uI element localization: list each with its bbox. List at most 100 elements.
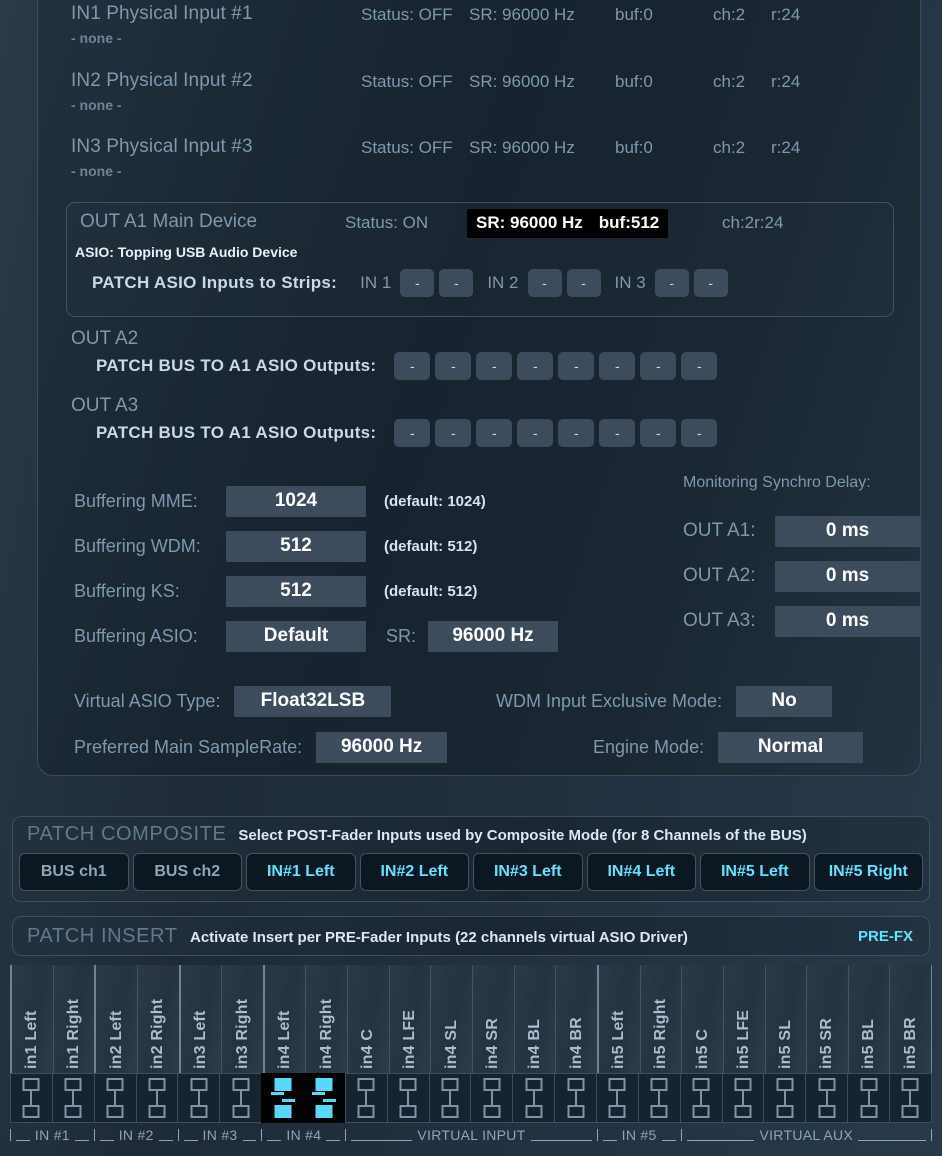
patch-in2-slot-1[interactable]: - bbox=[527, 269, 562, 297]
virtual-asio-type-value[interactable]: Float32LSB bbox=[234, 685, 392, 717]
device-row-in1[interactable]: IN1 Physical Input #1 - none - Status: O… bbox=[71, 3, 902, 46]
channel-label-cell: in4 BL bbox=[513, 965, 556, 1073]
insert-toggle-in1-right[interactable] bbox=[51, 1073, 94, 1123]
composite-slot-7[interactable]: IN#5 Left bbox=[700, 853, 810, 891]
pre-fx-button[interactable]: PRE-FX bbox=[858, 928, 913, 945]
insert-toggle-in5-sr[interactable] bbox=[805, 1073, 848, 1123]
out-a2-device-name[interactable]: OUT A2 bbox=[71, 328, 902, 350]
composite-slot-3[interactable]: IN#1 Left bbox=[246, 853, 356, 891]
out-a3-bus-slot-6[interactable]: - bbox=[599, 419, 636, 447]
insert-toggle-in2-left[interactable] bbox=[93, 1073, 136, 1123]
device-name[interactable]: IN2 Physical Input #2 bbox=[71, 70, 253, 92]
out-a1-device-name[interactable]: OUT A1 Main Device bbox=[80, 211, 257, 233]
out-a3-device-name[interactable]: OUT A3 bbox=[71, 395, 902, 417]
channel-label-cell: in5 LFE bbox=[722, 965, 765, 1073]
insert-toggle-in5-lfe[interactable] bbox=[721, 1073, 764, 1123]
channel-label: in5 BL bbox=[860, 1018, 878, 1069]
composite-slot-1[interactable]: BUS ch1 bbox=[19, 853, 129, 891]
patch-in3-slot-2[interactable]: - bbox=[693, 269, 728, 297]
out-a2-bus-slot-1[interactable]: - bbox=[394, 352, 431, 380]
device-stats: Status: OFF SR: 96000 Hz buf:0 ch:2 r:24 bbox=[361, 72, 800, 92]
insert-toggle-in3-right[interactable] bbox=[219, 1073, 262, 1123]
buffering-mme-value[interactable]: 1024 bbox=[226, 485, 366, 517]
device-name[interactable]: IN1 Physical Input #1 bbox=[71, 3, 253, 25]
buffering-wdm-row: Buffering WDM: 512 (default: 512) bbox=[74, 529, 477, 563]
insert-toggle-in5-left[interactable] bbox=[596, 1073, 638, 1123]
out-a2-block: OUT A2 PATCH BUS TO A1 ASIO Outputs: - -… bbox=[71, 328, 902, 388]
insert-patch-icon bbox=[18, 1078, 44, 1118]
out-a2-bus-slot-8[interactable]: - bbox=[681, 352, 718, 380]
insert-toggle-in2-right[interactable] bbox=[135, 1073, 178, 1123]
composite-slot-8[interactable]: IN#5 Right bbox=[813, 853, 923, 891]
insert-toggle-in4-left[interactable] bbox=[261, 1073, 304, 1123]
out-a2-bus-slot-2[interactable]: - bbox=[435, 352, 472, 380]
insert-toggle-in5-right[interactable] bbox=[637, 1073, 680, 1123]
insert-toggle-in4-br[interactable] bbox=[554, 1073, 597, 1123]
device-name[interactable]: IN3 Physical Input #3 bbox=[71, 136, 253, 158]
wdm-exclusive-mode-value[interactable]: No bbox=[736, 685, 833, 717]
patch-in1-slot-1[interactable]: - bbox=[400, 269, 435, 297]
insert-toggle-in5-sl[interactable] bbox=[763, 1073, 806, 1123]
monitoring-delay-a2-value[interactable]: 0 ms bbox=[775, 560, 920, 592]
patch-insert-panel: PATCH INSERT Activate Insert per PRE-Fad… bbox=[12, 916, 930, 956]
buffering-wdm-label: Buffering WDM: bbox=[74, 535, 201, 556]
composite-slot-2[interactable]: BUS ch2 bbox=[132, 853, 242, 891]
out-a2-bus-slot-4[interactable]: - bbox=[517, 352, 554, 380]
preferred-samplerate-value[interactable]: 96000 Hz bbox=[316, 731, 448, 763]
out-a2-patch-row: PATCH BUS TO A1 ASIO Outputs: - - - - - … bbox=[96, 352, 722, 380]
asio-samplerate-label: SR: bbox=[386, 625, 417, 646]
out-a3-bus-slot-7[interactable]: - bbox=[640, 419, 677, 447]
buffering-asio-row: Buffering ASIO: Default SR: 96000 Hz bbox=[74, 619, 559, 653]
insert-toggle-in4-sl[interactable] bbox=[428, 1073, 471, 1123]
device-row-in2[interactable]: IN2 Physical Input #2 - none - Status: O… bbox=[71, 70, 902, 113]
composite-slot-4[interactable]: IN#2 Left bbox=[359, 853, 469, 891]
out-a2-bus-slot-7[interactable]: - bbox=[640, 352, 677, 380]
patch-in3-slot-1[interactable]: - bbox=[654, 269, 689, 297]
channel-label-cell: in5 SL bbox=[764, 965, 807, 1073]
insert-toggle-in4-bl[interactable] bbox=[512, 1073, 555, 1123]
insert-toggle-in1-left[interactable] bbox=[10, 1073, 52, 1123]
out-a3-bus-slot-3[interactable]: - bbox=[476, 419, 513, 447]
insert-toggle-in4-lfe[interactable] bbox=[386, 1073, 429, 1123]
out-a2-bus-slot-5[interactable]: - bbox=[558, 352, 595, 380]
insert-toggle-in5-c[interactable] bbox=[679, 1073, 722, 1123]
insert-toggle-in4-right[interactable] bbox=[303, 1073, 345, 1123]
channel-label: in4 BR bbox=[567, 1017, 585, 1069]
out-a2-bus-slot-6[interactable]: - bbox=[599, 352, 636, 380]
out-a3-bus-slot-4[interactable]: - bbox=[517, 419, 554, 447]
out-a3-bus-slot-8[interactable]: - bbox=[681, 419, 718, 447]
insert-toggle-in5-bl[interactable] bbox=[847, 1073, 890, 1123]
insert-group-label: IN #1 bbox=[10, 1127, 94, 1143]
insert-patch-icon bbox=[646, 1078, 672, 1118]
out-a3-bus-slot-2[interactable]: - bbox=[435, 419, 472, 447]
buffering-asio-value[interactable]: Default bbox=[226, 620, 366, 652]
insert-patch-icon bbox=[479, 1078, 505, 1118]
buffering-wdm-value[interactable]: 512 bbox=[226, 530, 366, 562]
engine-mode-value[interactable]: Normal bbox=[718, 731, 864, 763]
patch-insert-title: PATCH INSERT bbox=[27, 925, 178, 947]
out-a2-bus-slot-3[interactable]: - bbox=[476, 352, 513, 380]
out-a3-bus-slot-1[interactable]: - bbox=[394, 419, 431, 447]
channel-label-cell: in2 Right bbox=[136, 965, 179, 1073]
out-a3-bus-slot-5[interactable]: - bbox=[558, 419, 595, 447]
patch-in1-slot-2[interactable]: - bbox=[439, 269, 474, 297]
insert-toggle-in5-br[interactable] bbox=[889, 1073, 932, 1123]
patch-composite-subtitle: Select POST-Fader Inputs used by Composi… bbox=[238, 827, 807, 844]
patch-in2-slot-2[interactable]: - bbox=[566, 269, 601, 297]
composite-slot-5[interactable]: IN#3 Left bbox=[473, 853, 583, 891]
device-row-in3[interactable]: IN3 Physical Input #3 - none - Status: O… bbox=[71, 136, 902, 179]
device-buffer: buf:0 bbox=[615, 5, 653, 24]
asio-samplerate-value[interactable]: 96000 Hz bbox=[428, 620, 559, 652]
buffering-ks-value[interactable]: 512 bbox=[226, 575, 366, 607]
insert-toggle-in3-left[interactable] bbox=[177, 1073, 220, 1123]
composite-slot-6[interactable]: IN#4 Left bbox=[586, 853, 696, 891]
insert-toggle-in4-sr[interactable] bbox=[470, 1073, 513, 1123]
insert-channel-strip-area: in1 Left in1 Right in2 Left in2 Right in3 Le… bbox=[10, 965, 933, 1153]
patch-composite-buttons: BUS ch1 BUS ch2 IN#1 Left IN#2 Left IN#3… bbox=[19, 853, 923, 891]
channel-label: in4 SL bbox=[442, 1019, 460, 1069]
channel-label-cell: in4 Right bbox=[305, 965, 348, 1073]
monitoring-delay-a1-value[interactable]: 0 ms bbox=[775, 515, 920, 547]
insert-toggle-in4-c[interactable] bbox=[344, 1073, 387, 1123]
channel-label: in5 SL bbox=[776, 1019, 794, 1069]
monitoring-delay-a3-value[interactable]: 0 ms bbox=[775, 605, 920, 637]
